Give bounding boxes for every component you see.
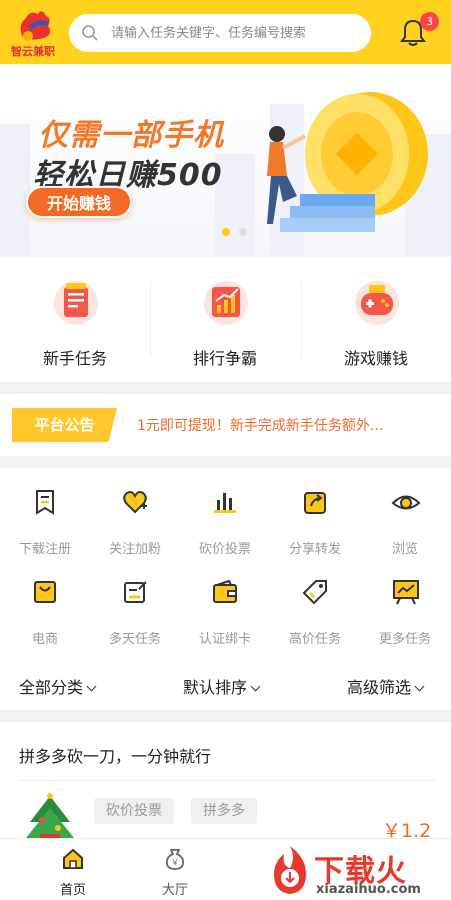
filter-category-dropdown[interactable]: 全部分类 xyxy=(19,674,97,698)
task-category-grid: 下载注册 关注加粉 砍价投票 分享转发 浏览 电商 多天任务 认证绑卡 高价任务… xyxy=(0,468,451,710)
filter-advanced-dropdown[interactable]: 高级筛选 xyxy=(347,674,425,698)
category-label: 电商 xyxy=(31,632,58,647)
edit-icon xyxy=(124,581,147,603)
announcement-text[interactable]: 1元即可提现！新手完成新手任务额外... xyxy=(137,415,442,435)
start-earning-button[interactable]: 开始赚钱 xyxy=(26,186,132,218)
svg-text:￥: ￥ xyxy=(171,858,179,867)
search-input[interactable] xyxy=(111,14,361,52)
category-follow[interactable]: 关注加粉 xyxy=(90,468,180,557)
feature-newbie-task[interactable]: 新手任务 xyxy=(0,257,150,382)
money-bag-icon: ￥ xyxy=(165,849,185,870)
category-download-register[interactable]: 下载注册 xyxy=(0,468,90,557)
bar-chart-icon xyxy=(214,493,236,513)
newbie-task-icon xyxy=(54,281,98,325)
category-bargain-vote[interactable]: 砍价投票 xyxy=(180,468,270,557)
banner-headline: 仅需一部手机 xyxy=(38,118,224,153)
search-bar[interactable] xyxy=(69,14,371,52)
feature-row: 新手任务 排行争霸 游戏赚钱 xyxy=(0,257,451,382)
category-label: 多天任务 xyxy=(108,632,161,647)
coin-stairs-illustration xyxy=(267,92,428,232)
category-label: 砍价投票 xyxy=(198,542,251,557)
category-label: 分享转发 xyxy=(288,542,341,557)
home-icon xyxy=(63,848,83,869)
price-tag-icon xyxy=(302,580,327,605)
filter-sort-label: 默认排序 xyxy=(183,678,248,697)
category-ecommerce[interactable]: 电商 xyxy=(0,558,90,647)
category-multi-day[interactable]: 多天任务 xyxy=(90,558,180,647)
filter-category-label: 全部分类 xyxy=(19,678,84,697)
filter-sort-dropdown[interactable]: 默认排序 xyxy=(183,674,261,698)
flame-logo-icon xyxy=(274,846,306,894)
app-logo[interactable]: 智云兼职 xyxy=(8,6,62,60)
game-controller-icon xyxy=(355,281,399,325)
carousel-indicator xyxy=(222,221,256,240)
category-label: 更多任务 xyxy=(378,632,431,647)
follow-heart-icon xyxy=(123,491,147,514)
promo-banner[interactable]: 仅需一部手机 轻松日赚500 开始赚钱 xyxy=(0,64,451,257)
task-tag: 拼多多 xyxy=(191,798,257,824)
tab-hall[interactable]: ￥ 大厅 xyxy=(145,839,205,900)
category-label: 浏览 xyxy=(391,542,418,557)
chevron-down-icon xyxy=(414,681,425,692)
category-label: 下载注册 xyxy=(18,542,71,557)
category-browse[interactable]: 浏览 xyxy=(360,468,450,557)
chevron-down-icon xyxy=(86,681,97,692)
presentation-icon xyxy=(393,580,419,605)
eye-icon xyxy=(391,495,421,510)
ranking-icon xyxy=(204,281,248,325)
tab-label: 首页 xyxy=(59,883,86,898)
category-high-price[interactable]: 高价任务 xyxy=(270,558,360,647)
category-label: 认证绑卡 xyxy=(198,632,251,647)
divider xyxy=(19,780,435,781)
wallet-icon xyxy=(213,579,237,603)
tab-home[interactable]: 首页 xyxy=(43,839,103,900)
task-tag: 砍价投票 xyxy=(94,798,174,824)
category-more[interactable]: 更多任务 xyxy=(360,558,450,647)
feature-label: 排行争霸 xyxy=(192,349,257,368)
task-title: 拼多多砍一刀，一分钟就行 xyxy=(19,747,212,766)
announcement-tag: 平台公告 xyxy=(12,408,117,442)
category-share[interactable]: 分享转发 xyxy=(270,468,360,557)
carousel-dot-active[interactable] xyxy=(222,228,230,236)
logo-text: 智云兼职 xyxy=(11,45,55,58)
top-header: 智云兼职 3 xyxy=(0,0,451,64)
logo-mascot-icon xyxy=(20,11,51,41)
filter-advanced-label: 高级筛选 xyxy=(347,678,412,697)
category-label: 高价任务 xyxy=(288,632,341,647)
tab-label: 大厅 xyxy=(161,883,188,898)
category-verify-card[interactable]: 认证绑卡 xyxy=(180,558,270,647)
shopping-bag-icon xyxy=(34,581,56,603)
feature-label: 游戏赚钱 xyxy=(343,349,408,368)
download-register-icon xyxy=(36,490,54,515)
feature-ranking[interactable]: 排行争霸 xyxy=(150,257,300,382)
chevron-down-icon xyxy=(250,681,261,692)
watermark: 下载火 xiazaihuo.com xyxy=(266,844,451,900)
watermark-url: xiazaihuo.com xyxy=(316,882,421,897)
feature-game-earning[interactable]: 游戏赚钱 xyxy=(301,257,451,382)
announcement-bar[interactable]: 平台公告 1元即可提现！新手完成新手任务额外... xyxy=(0,394,451,456)
category-label: 关注加粉 xyxy=(108,542,161,557)
feature-label: 新手任务 xyxy=(42,349,107,368)
search-icon xyxy=(82,25,98,41)
share-icon xyxy=(304,492,326,514)
notification-badge: 3 xyxy=(420,12,439,31)
carousel-dot[interactable] xyxy=(239,228,247,236)
